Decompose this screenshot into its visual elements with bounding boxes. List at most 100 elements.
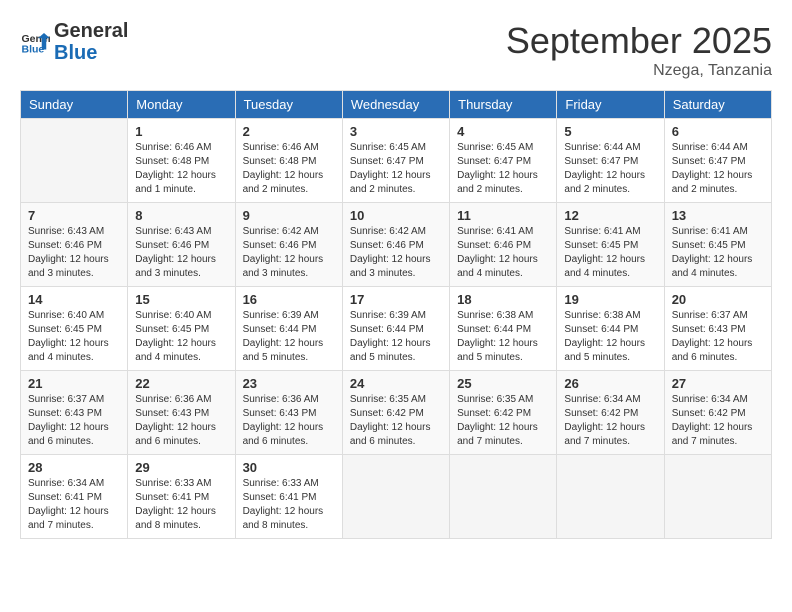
calendar-cell: 3 Sunrise: 6:45 AM Sunset: 6:47 PM Daylig… [342,119,449,203]
day-info: Sunrise: 6:45 AM Sunset: 6:47 PM Dayligh… [457,141,549,197]
day-number: 23 [243,376,335,391]
day-number: 20 [672,292,764,307]
calendar-table: SundayMondayTuesdayWednesdayThursdayFrid… [20,90,772,539]
logo-general: General [54,20,128,42]
day-number: 7 [28,208,120,223]
day-info: Sunrise: 6:42 AM Sunset: 6:46 PM Dayligh… [350,225,442,281]
day-info: Sunrise: 6:37 AM Sunset: 6:43 PM Dayligh… [672,309,764,365]
day-info: Sunrise: 6:34 AM Sunset: 6:42 PM Dayligh… [672,393,764,449]
column-header-friday: Friday [557,91,664,119]
calendar-cell [557,455,664,539]
calendar-cell: 18 Sunrise: 6:38 AM Sunset: 6:44 PM Dayli… [450,287,557,371]
calendar-cell: 13Sunrise: 6:41 AM Sunset: 6:45 PM Dayli… [664,203,771,287]
svg-text:Blue: Blue [22,44,45,56]
calendar-cell: 29 Sunrise: 6:33 AM Sunset: 6:41 PM Dayli… [128,455,235,539]
column-header-thursday: Thursday [450,91,557,119]
day-info: Sunrise: 6:36 AM Sunset: 6:43 PM Dayligh… [243,393,335,449]
location-title: Nzega, Tanzania [506,62,772,80]
day-info: Sunrise: 6:41 AM Sunset: 6:45 PM Dayligh… [672,225,764,281]
day-number: 3 [350,124,442,139]
day-info: Sunrise: 6:34 AM Sunset: 6:41 PM Dayligh… [28,477,120,533]
day-info: Sunrise: 6:44 AM Sunset: 6:47 PM Dayligh… [564,141,656,197]
calendar-cell: 21 Sunrise: 6:37 AM Sunset: 6:43 PM Dayli… [21,371,128,455]
day-info: Sunrise: 6:35 AM Sunset: 6:42 PM Dayligh… [457,393,549,449]
calendar-cell: 19Sunrise: 6:38 AM Sunset: 6:44 PM Dayli… [557,287,664,371]
day-number: 12 [564,208,656,223]
calendar-cell: 8Sunrise: 6:43 AM Sunset: 6:46 PM Daylig… [128,203,235,287]
day-info: Sunrise: 6:44 AM Sunset: 6:47 PM Dayligh… [672,141,764,197]
day-info: Sunrise: 6:35 AM Sunset: 6:42 PM Dayligh… [350,393,442,449]
day-number: 2 [243,124,335,139]
day-info: Sunrise: 6:40 AM Sunset: 6:45 PM Dayligh… [28,309,120,365]
day-number: 21 [28,376,120,391]
logo-icon: General Blue [20,27,50,57]
title-block: September 2025 Nzega, Tanzania [506,20,772,80]
calendar-cell: 11Sunrise: 6:41 AM Sunset: 6:46 PM Dayli… [450,203,557,287]
calendar-cell: 12 Sunrise: 6:41 AM Sunset: 6:45 PM Dayli… [557,203,664,287]
calendar-cell: 17 Sunrise: 6:39 AM Sunset: 6:44 PM Dayli… [342,287,449,371]
calendar-cell: 20 Sunrise: 6:37 AM Sunset: 6:43 PM Dayli… [664,287,771,371]
calendar-cell: 10Sunrise: 6:42 AM Sunset: 6:46 PM Dayli… [342,203,449,287]
day-info: Sunrise: 6:36 AM Sunset: 6:43 PM Dayligh… [135,393,227,449]
week-row-2: 7 Sunrise: 6:43 AM Sunset: 6:46 PM Daylig… [21,203,772,287]
calendar-cell: 16Sunrise: 6:39 AM Sunset: 6:44 PM Dayli… [235,287,342,371]
calendar-cell: 28 Sunrise: 6:34 AM Sunset: 6:41 PM Dayli… [21,455,128,539]
day-number: 18 [457,292,549,307]
day-info: Sunrise: 6:45 AM Sunset: 6:47 PM Dayligh… [350,141,442,197]
day-info: Sunrise: 6:41 AM Sunset: 6:45 PM Dayligh… [564,225,656,281]
day-number: 28 [28,460,120,475]
calendar-cell: 9 Sunrise: 6:42 AM Sunset: 6:46 PM Daylig… [235,203,342,287]
day-number: 24 [350,376,442,391]
day-number: 27 [672,376,764,391]
day-info: Sunrise: 6:46 AM Sunset: 6:48 PM Dayligh… [135,141,227,197]
calendar-cell: 30Sunrise: 6:33 AM Sunset: 6:41 PM Dayli… [235,455,342,539]
day-number: 19 [564,292,656,307]
week-row-1: 1 Sunrise: 6:46 AM Sunset: 6:48 PM Daylig… [21,119,772,203]
day-number: 9 [243,208,335,223]
day-info: Sunrise: 6:39 AM Sunset: 6:44 PM Dayligh… [243,309,335,365]
day-info: Sunrise: 6:41 AM Sunset: 6:46 PM Dayligh… [457,225,549,281]
day-info: Sunrise: 6:42 AM Sunset: 6:46 PM Dayligh… [243,225,335,281]
calendar-cell: 26 Sunrise: 6:34 AM Sunset: 6:42 PM Dayli… [557,371,664,455]
day-number: 25 [457,376,549,391]
calendar-cell: 7 Sunrise: 6:43 AM Sunset: 6:46 PM Daylig… [21,203,128,287]
day-number: 6 [672,124,764,139]
calendar-cell: 24 Sunrise: 6:35 AM Sunset: 6:42 PM Dayli… [342,371,449,455]
day-info: Sunrise: 6:46 AM Sunset: 6:48 PM Dayligh… [243,141,335,197]
logo: General Blue General Blue [20,20,128,64]
day-info: Sunrise: 6:38 AM Sunset: 6:44 PM Dayligh… [457,309,549,365]
week-row-5: 28 Sunrise: 6:34 AM Sunset: 6:41 PM Dayli… [21,455,772,539]
column-header-sunday: Sunday [21,91,128,119]
calendar-cell [21,119,128,203]
day-number: 29 [135,460,227,475]
day-info: Sunrise: 6:39 AM Sunset: 6:44 PM Dayligh… [350,309,442,365]
day-info: Sunrise: 6:43 AM Sunset: 6:46 PM Dayligh… [28,225,120,281]
calendar-cell: 23 Sunrise: 6:36 AM Sunset: 6:43 PM Dayli… [235,371,342,455]
column-header-monday: Monday [128,91,235,119]
day-number: 22 [135,376,227,391]
day-number: 30 [243,460,335,475]
logo-blue: Blue [54,42,97,64]
day-info: Sunrise: 6:40 AM Sunset: 6:45 PM Dayligh… [135,309,227,365]
month-title: September 2025 [506,20,772,62]
calendar-cell: 1 Sunrise: 6:46 AM Sunset: 6:48 PM Daylig… [128,119,235,203]
calendar-cell: 2 Sunrise: 6:46 AM Sunset: 6:48 PM Daylig… [235,119,342,203]
day-number: 4 [457,124,549,139]
day-number: 14 [28,292,120,307]
day-number: 1 [135,124,227,139]
day-info: Sunrise: 6:34 AM Sunset: 6:42 PM Dayligh… [564,393,656,449]
calendar-cell: 4 Sunrise: 6:45 AM Sunset: 6:47 PM Daylig… [450,119,557,203]
day-number: 26 [564,376,656,391]
day-number: 15 [135,292,227,307]
day-info: Sunrise: 6:37 AM Sunset: 6:43 PM Dayligh… [28,393,120,449]
calendar-cell: 25 Sunrise: 6:35 AM Sunset: 6:42 PM Dayli… [450,371,557,455]
calendar-header-row: SundayMondayTuesdayWednesdayThursdayFrid… [21,91,772,119]
day-number: 17 [350,292,442,307]
column-header-tuesday: Tuesday [235,91,342,119]
calendar-cell: 14 Sunrise: 6:40 AM Sunset: 6:45 PM Dayli… [21,287,128,371]
day-info: Sunrise: 6:33 AM Sunset: 6:41 PM Dayligh… [135,477,227,533]
calendar-cell: 22 Sunrise: 6:36 AM Sunset: 6:43 PM Dayli… [128,371,235,455]
calendar-cell [664,455,771,539]
page-header: General Blue General Blue September 2025… [20,20,772,80]
column-header-saturday: Saturday [664,91,771,119]
